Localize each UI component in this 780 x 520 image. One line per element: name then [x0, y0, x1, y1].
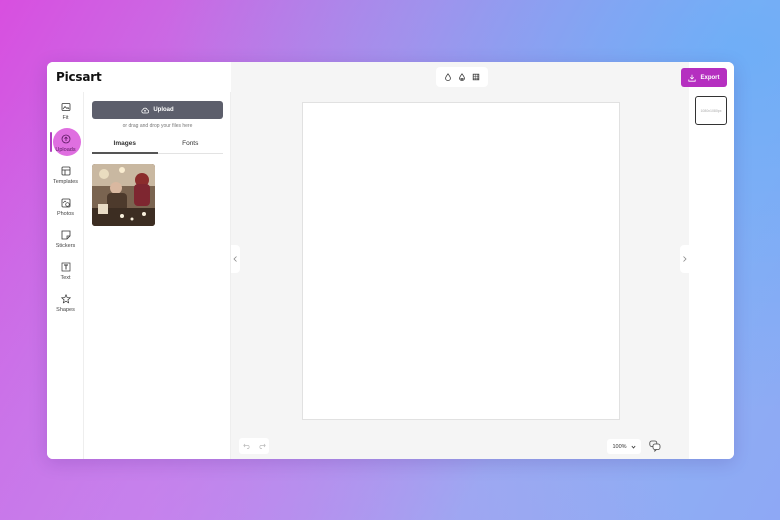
page-thumbnail-label: 1080x1080px	[700, 108, 722, 113]
comments-icon[interactable]	[649, 440, 661, 452]
sidebar-item-label: Fit	[62, 115, 69, 121]
page-thumbnail[interactable]: 1080x1080px	[695, 96, 727, 125]
tab-fonts[interactable]: Fonts	[158, 136, 224, 153]
chevron-down-icon	[631, 445, 636, 449]
chevron-left-icon	[233, 256, 237, 262]
cloud-upload-icon	[141, 107, 150, 113]
collapse-right-panel-button[interactable]	[680, 245, 689, 273]
workspace: 100%	[231, 62, 689, 459]
sidebar-item-uploads[interactable]: Uploads	[47, 128, 84, 160]
photos-icon	[61, 198, 70, 208]
templates-icon	[61, 166, 70, 176]
image-fit-icon	[61, 103, 70, 111]
tab-images[interactable]: Images	[92, 136, 158, 154]
collapse-left-panel-button[interactable]	[231, 245, 240, 273]
canvas-toolbar	[436, 67, 488, 87]
header-left: Picsart	[47, 62, 231, 92]
sidebar-item-label: Shapes	[56, 307, 75, 313]
undo-icon[interactable]	[242, 443, 251, 449]
sidebar-item-stickers[interactable]: Stickers	[47, 228, 84, 256]
text-icon	[61, 262, 70, 272]
sidebar-item-fit[interactable]: Fit	[47, 100, 84, 128]
sidebar-item-label: Stickers	[55, 243, 76, 249]
sidebar-item-text[interactable]: Text	[47, 260, 84, 288]
upload-button[interactable]: Upload	[92, 101, 223, 119]
panel-tabs: Images Fonts	[92, 136, 223, 154]
sidebar-item-label: Uploads	[55, 147, 76, 153]
undo-redo-group	[239, 438, 269, 454]
uploaded-photo	[92, 164, 155, 226]
download-icon	[688, 74, 697, 82]
upload-cloud-icon	[61, 134, 70, 144]
picsart-logo[interactable]: Picsart	[56, 70, 102, 84]
drop-icon[interactable]	[444, 73, 452, 81]
design-canvas[interactable]	[302, 102, 620, 420]
uploaded-image-thumbnail[interactable]	[92, 164, 155, 226]
uploads-panel: Upload or drag and drop your files here …	[84, 92, 231, 459]
export-label: Export	[700, 74, 720, 81]
left-sidebar: Fit Uploads Templates Photos Stickers Te…	[47, 92, 84, 459]
sidebar-item-photos[interactable]: Photos	[47, 196, 84, 224]
sidebar-item-label: Photos	[56, 211, 75, 217]
drop-hint: or drag and drop your files here	[122, 123, 193, 129]
sidebar-item-label: Templates	[52, 179, 79, 185]
export-button[interactable]: Export	[681, 68, 727, 87]
chevron-right-icon	[683, 256, 687, 262]
pattern-icon[interactable]	[472, 73, 480, 81]
sidebar-item-shapes[interactable]: Shapes	[47, 292, 84, 320]
sidebar-item-templates[interactable]: Templates	[47, 164, 84, 192]
upload-label: Upload	[153, 107, 174, 113]
color-fill-icon[interactable]	[458, 73, 466, 81]
sidebar-item-label: Text	[60, 275, 71, 281]
zoom-dropdown[interactable]: 100%	[607, 439, 641, 454]
star-icon	[60, 294, 71, 304]
redo-icon[interactable]	[258, 443, 266, 449]
sticker-icon	[61, 230, 70, 240]
zoom-value: 100%	[612, 443, 627, 450]
editor-window: 100% Export 1080x1080px Picsart Fit Uplo…	[47, 62, 734, 459]
